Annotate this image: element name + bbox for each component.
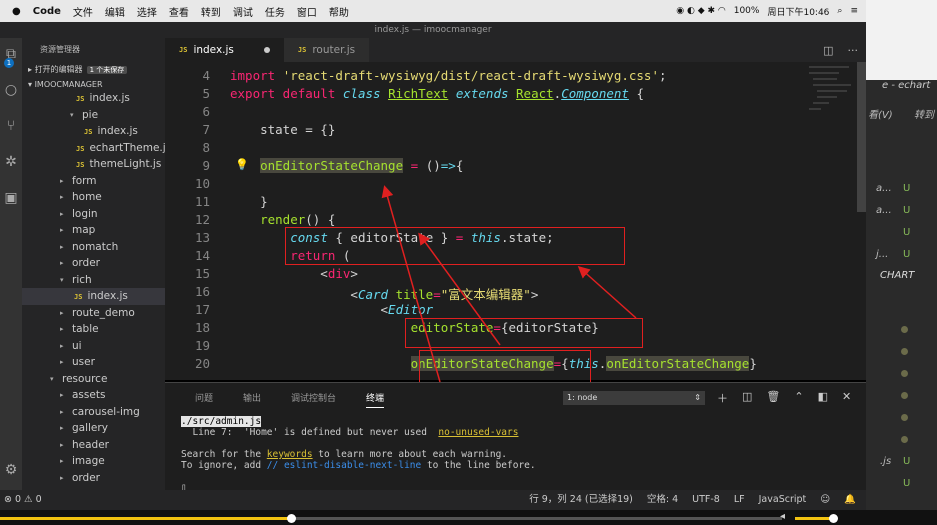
status-bar: ⊗ 0 ⚠ 0 行 9，列 24 (已选择19) 空格: 4 UTF-8 LF …	[0, 490, 866, 510]
maximize-panel-icon[interactable]: ⌃	[794, 390, 803, 406]
terminal-select[interactable]: 1: node ⇕	[563, 391, 705, 405]
panel-tab[interactable]: 输出	[243, 391, 261, 408]
volume-icon[interactable]: ◂	[780, 511, 785, 522]
panel-tab[interactable]: 调试控制台	[291, 391, 336, 408]
encoding[interactable]: UTF-8	[692, 490, 720, 510]
bell-icon[interactable]: 🔔	[844, 490, 856, 510]
close-panel-icon[interactable]: ✕	[842, 390, 851, 406]
bottom-panel: 问题 输出 调试控制台 终端 1: node ⇕ ＋ ◫ 🗑 ⌃ ◧ ✕ ./src/a…	[165, 382, 866, 493]
bg-title: e - echart	[882, 80, 931, 91]
bg-menu: 转到	[914, 110, 934, 121]
toggle-panel-icon[interactable]: ◧	[818, 390, 828, 406]
video-progress-bar[interactable]: ◂	[0, 510, 937, 525]
panel-tab[interactable]: 问题	[195, 391, 213, 408]
cursor-position[interactable]: 行 9，列 24 (已选择19)	[529, 490, 633, 510]
background-window: e - echart 看(V) 转到 a... U a... U U j... U C…	[866, 0, 937, 510]
add-terminal-icon[interactable]: ＋	[717, 390, 728, 406]
panel-tab[interactable]: 终端	[366, 391, 385, 408]
smiley-icon[interactable]: ☺	[820, 490, 830, 510]
terminal-line: To ignore, add // eslint-disable-next-li…	[181, 460, 536, 471]
trash-icon[interactable]: 🗑	[766, 390, 780, 406]
terminal-line: Line 7: 'Home' is defined but never used…	[181, 427, 519, 438]
terminal-line: Search for the keywords to learn more ab…	[181, 449, 508, 460]
terminal-line: ./src/admin.js	[181, 416, 262, 427]
eol[interactable]: LF	[734, 490, 745, 510]
bg-menu: 看(V)	[868, 110, 893, 121]
volume-handle[interactable]	[829, 514, 838, 523]
language-mode[interactable]: JavaScript	[759, 490, 807, 510]
problems-count[interactable]: ⊗ 0 ⚠ 0	[4, 490, 42, 510]
progress-handle[interactable]	[287, 514, 296, 523]
bg-chart: CHART	[880, 270, 915, 281]
split-terminal-icon[interactable]: ◫	[742, 390, 752, 406]
indent-setting[interactable]: 空格: 4	[647, 490, 678, 510]
